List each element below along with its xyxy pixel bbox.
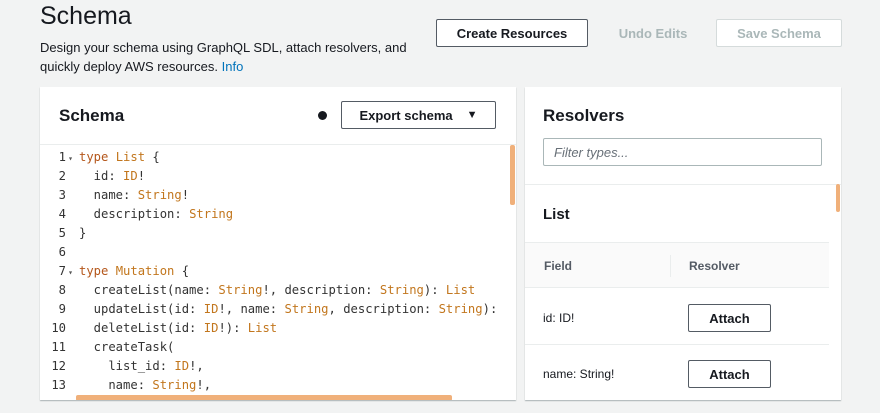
caret-down-icon: ▼ (466, 109, 478, 121)
code-line[interactable]: 12 list_id: ID!, (40, 357, 516, 376)
code-text: deleteList(id: ID!): List (79, 321, 278, 335)
line-number: 8 (58, 283, 66, 297)
fold-toggle-icon[interactable]: ▾ (66, 263, 75, 282)
code-line[interactable]: 6 (40, 243, 516, 262)
code-line[interactable]: 10 deleteList(id: ID!): List (40, 319, 516, 338)
code-text: createList(name: String!, description: S… (79, 283, 476, 297)
field-name: id: ID! (543, 311, 575, 325)
page-title: Schema (40, 2, 132, 30)
table-row: name: String! Attach (525, 345, 829, 400)
resolvers-panel: Resolvers List Field Resolver id: ID! At… (525, 87, 841, 400)
line-number: 9 (58, 302, 66, 316)
code-text: } (79, 226, 87, 240)
unsaved-indicator-icon (318, 111, 327, 120)
type-section-title: List (543, 206, 570, 223)
editor-horizontal-scrollbar[interactable] (76, 395, 452, 400)
resolvers-scrollbar[interactable] (836, 184, 840, 212)
field-name: name: String! (543, 367, 615, 381)
code-line[interactable]: 9 updateList(id: ID!, name: String, desc… (40, 300, 516, 319)
line-number: 2 (58, 169, 66, 183)
attach-resolver-button[interactable]: Attach (688, 304, 771, 332)
fold-toggle-icon[interactable]: ▾ (66, 149, 75, 168)
info-link[interactable]: Info (222, 59, 244, 74)
code-text: updateList(id: ID!, name: String, descri… (79, 302, 498, 316)
resolver-table-header: Field Resolver (525, 242, 829, 288)
code-line[interactable]: 5} (40, 224, 516, 243)
code-line[interactable]: 11 createTask( (40, 338, 516, 357)
page-description: Design your schema using GraphQL SDL, at… (40, 38, 420, 76)
line-number: 4 (58, 207, 66, 221)
resolvers-panel-title: Resolvers (543, 106, 625, 125)
filter-types-input[interactable] (543, 138, 822, 166)
save-schema-button[interactable]: Save Schema (716, 19, 842, 47)
code-line[interactable]: 8 createList(name: String!, description:… (40, 281, 516, 300)
code-text: list_id: ID!, (79, 359, 204, 373)
schema-panel: Schema Export schema ▼ 13 name: String!,… (40, 87, 516, 400)
line-number: 7 (58, 264, 66, 278)
line-number: 5 (58, 226, 66, 240)
export-schema-label: Export schema (359, 107, 453, 123)
table-row: id: ID! Attach (525, 289, 829, 345)
export-schema-button[interactable]: Export schema ▼ (341, 101, 496, 129)
code-line[interactable]: 13 name: String!, (40, 376, 516, 395)
column-header-field: Field (544, 259, 573, 273)
code-text: type List { (79, 150, 160, 164)
line-number: 10 (51, 321, 66, 335)
undo-edits-button[interactable]: Undo Edits (610, 19, 696, 47)
code-text: name: String!, (79, 378, 212, 392)
schema-code-editor[interactable]: 13 name: String!, 12 list_id: ID!, 11 crea… (40, 144, 516, 400)
line-number: 12 (51, 359, 66, 373)
code-text: id: ID! (79, 169, 146, 183)
line-number: 11 (51, 340, 66, 354)
column-header-resolver: Resolver (689, 259, 740, 273)
column-separator (670, 255, 671, 277)
code-line[interactable]: 4 description: String (40, 205, 516, 224)
code-line[interactable]: 2 id: ID! (40, 167, 516, 186)
code-line[interactable]: 3 name: String! (40, 186, 516, 205)
attach-resolver-button[interactable]: Attach (688, 360, 771, 388)
schema-panel-title: Schema (59, 106, 125, 125)
code-line[interactable]: 7 ▾ type Mutation { (40, 262, 516, 281)
code-line[interactable]: 1 ▾ type List { (40, 148, 516, 167)
code-text: description: String (79, 207, 234, 221)
code-text: name: String! (79, 188, 190, 202)
editor-vertical-scrollbar[interactable] (510, 145, 515, 205)
line-number: 6 (58, 245, 66, 259)
create-resources-button[interactable]: Create Resources (436, 19, 588, 47)
line-number: 13 (51, 378, 66, 392)
line-number: 1 (58, 150, 66, 164)
line-number: 3 (58, 188, 66, 202)
code-text: createTask( (79, 340, 175, 354)
divider (525, 184, 841, 185)
code-text: type Mutation { (79, 264, 190, 278)
